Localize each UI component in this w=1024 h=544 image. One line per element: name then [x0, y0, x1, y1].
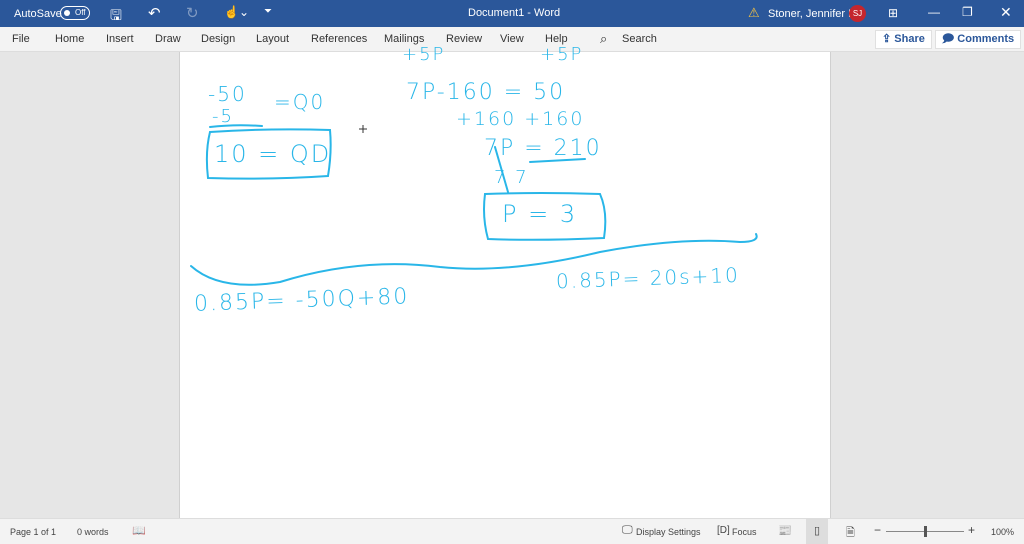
ink-eq2: 7P = 210: [484, 136, 602, 161]
ink-boxed-p: P = 3: [502, 200, 578, 228]
tab-references[interactable]: References: [311, 33, 367, 45]
comments-button[interactable]: 🗩 Comments: [935, 30, 1022, 49]
undo-icon[interactable]: ↶: [148, 4, 161, 22]
tab-home[interactable]: Home: [55, 33, 84, 45]
focus-button[interactable]: Focus: [732, 527, 757, 537]
tab-layout[interactable]: Layout: [256, 33, 289, 45]
ribbon-tabs: File Home Insert Draw Design Layout Refe…: [0, 27, 1024, 52]
tab-insert[interactable]: Insert: [106, 33, 134, 45]
document-title: Document1 - Word: [468, 7, 561, 19]
title-bar: AutoSave Off 🖫 ↶ ↻ ☝⌄ ⏷ Document1 - Word…: [0, 0, 1024, 27]
zoom-slider[interactable]: [886, 526, 964, 537]
tab-review[interactable]: Review: [446, 33, 482, 45]
ink-div-num: -50: [208, 82, 247, 106]
status-bar: Page 1 of 1 0 words 📖 🖵 Display Settings…: [0, 518, 1024, 544]
ink-div-den: -5: [212, 106, 234, 127]
zoom-in-button[interactable]: +: [968, 523, 975, 537]
ribbon-display-icon[interactable]: ⊞: [888, 6, 898, 20]
ink-boxed-q: 10 = QD: [214, 140, 332, 168]
ink-top-right: +5P: [540, 44, 584, 65]
save-icon[interactable]: 🖫: [110, 5, 122, 29]
web-layout-icon[interactable]: 🗎: [846, 524, 855, 543]
display-settings-icon[interactable]: 🖵: [622, 524, 633, 537]
user-name[interactable]: Stoner, Jennifer L: [768, 8, 854, 20]
tab-view[interactable]: View: [500, 33, 524, 45]
ink-div-eq: =Q0: [274, 90, 326, 114]
avatar[interactable]: SJ: [849, 5, 866, 22]
cursor-crosshair-icon: [359, 125, 367, 133]
word-count[interactable]: 0 words: [77, 527, 109, 537]
comments-label: Comments: [957, 33, 1015, 45]
zoom-out-button[interactable]: −: [874, 523, 881, 537]
minimize-icon[interactable]: —: [928, 5, 940, 19]
print-layout-icon[interactable]: ▯: [806, 519, 828, 544]
ink-eq2-div: 7 7: [494, 167, 529, 188]
tab-file[interactable]: File: [12, 33, 30, 45]
ink-eq1-add: +160 +160: [456, 108, 585, 130]
close-icon[interactable]: ✕: [1000, 4, 1012, 21]
customize-toolbar-icon[interactable]: ⏷: [264, 6, 272, 17]
tab-draw[interactable]: Draw: [155, 33, 181, 45]
autosave-toggle[interactable]: Off: [60, 6, 90, 20]
touch-mode-icon[interactable]: ☝⌄: [224, 5, 249, 19]
restore-icon[interactable]: ❐: [962, 5, 973, 19]
search-icon[interactable]: ⌕: [600, 31, 607, 47]
share-button[interactable]: ⇪ Share: [875, 30, 932, 49]
search-box[interactable]: Search: [622, 33, 657, 45]
autosave-label: AutoSave: [14, 8, 62, 20]
share-label: Share: [894, 33, 925, 45]
ink-eq1: 7P-160 = 50: [406, 80, 566, 105]
zoom-level[interactable]: 100%: [991, 527, 1014, 537]
proofing-icon[interactable]: 📖: [132, 524, 146, 537]
warning-icon[interactable]: ⚠: [748, 5, 760, 21]
document-page[interactable]: +5P +5P -50 -5 =Q0 10 = QD 7P-160 = 50 +…: [179, 44, 831, 518]
redo-icon[interactable]: ↻: [186, 4, 199, 22]
zoom-slider-thumb[interactable]: [924, 526, 927, 537]
focus-icon[interactable]: [D]: [717, 525, 730, 536]
read-mode-icon[interactable]: 📰: [778, 524, 792, 537]
tab-design[interactable]: Design: [201, 33, 235, 45]
page-count[interactable]: Page 1 of 1: [10, 527, 56, 537]
ink-top-left: +5P: [402, 44, 446, 65]
display-settings-button[interactable]: Display Settings: [636, 527, 701, 537]
